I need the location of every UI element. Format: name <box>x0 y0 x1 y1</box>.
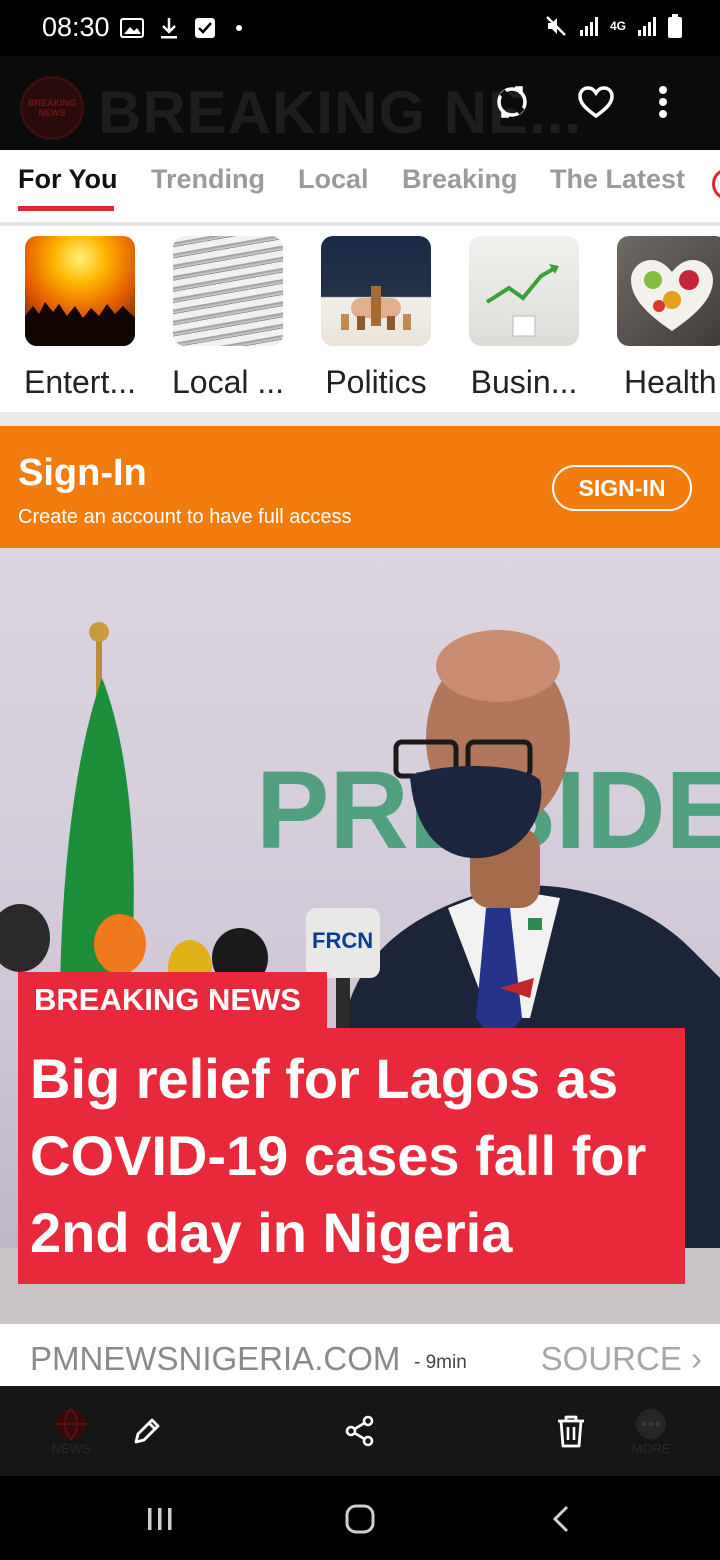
news-label: NEWS <box>51 1440 91 1456</box>
status-bar: 08:30 4G <box>0 0 720 56</box>
article-action-bar: NEWS MORE <box>0 1386 720 1476</box>
globe-icon <box>56 1407 86 1440</box>
tab-the-latest[interactable]: The Latest <box>550 164 685 195</box>
newspapers-image <box>173 236 283 346</box>
trash-icon <box>558 1415 584 1448</box>
download-icon <box>161 18 177 39</box>
signal-icon <box>638 17 656 36</box>
category-tabs: For You Trending Local Breaking The Late… <box>0 150 720 226</box>
refresh-button[interactable] <box>488 78 536 126</box>
article-headline[interactable]: Big relief for Lagos as COVID-19 cases f… <box>30 1040 670 1271</box>
healthy-food-image <box>617 236 720 346</box>
more-notifications-dot-icon <box>236 25 242 31</box>
back-button[interactable] <box>550 1504 572 1539</box>
signin-title: Sign-In <box>18 452 147 494</box>
status-notification-icons <box>120 16 242 40</box>
edit-button[interactable] <box>122 1406 172 1456</box>
article-source-bar: PMNEWSNIGERIA.COM - 9min SOURCE › <box>0 1324 720 1386</box>
more-label: MORE <box>631 1440 671 1456</box>
tab-breaking[interactable]: Breaking <box>402 164 518 195</box>
tab-live-icon[interactable] <box>712 168 720 200</box>
signin-banner: Sign-In Create an account to have full a… <box>0 426 720 548</box>
chess-image <box>321 236 431 346</box>
signal-icon <box>579 17 598 36</box>
share-button[interactable] <box>335 1406 385 1456</box>
check-box-icon <box>195 18 215 38</box>
share-icon <box>345 1415 374 1447</box>
tab-trending[interactable]: Trending <box>151 164 265 195</box>
back-icon <box>552 1505 569 1533</box>
home-icon <box>345 1504 375 1534</box>
home-button[interactable] <box>344 1503 376 1540</box>
status-system-icons: 4G <box>544 14 682 38</box>
battery-icon <box>668 14 682 38</box>
mute-icon <box>546 16 566 36</box>
recent-apps-icon <box>148 1508 172 1530</box>
mic-text: FRCN <box>312 928 373 953</box>
status-time: 08:30 <box>42 12 110 42</box>
signin-button[interactable]: SIGN-IN <box>552 465 692 511</box>
source-domain: PMNEWSNIGERIA.COM <box>30 1340 401 1377</box>
tab-local[interactable]: Local <box>298 164 369 195</box>
overflow-menu-button[interactable] <box>639 78 687 126</box>
pencil-icon <box>134 1418 160 1444</box>
featured-article[interactable]: PRESIDE FRCN BREAKING NEWS Big relief fo… <box>0 548 720 1324</box>
gallery-icon <box>120 18 144 38</box>
app-header: BREAKING NEWS BREAKING NE... <box>0 56 720 150</box>
more-horizontal-icon <box>636 1408 666 1439</box>
tab-for-you[interactable]: For You <box>18 164 118 195</box>
growth-chart-plant-image <box>469 236 579 346</box>
signin-subtitle: Create an account to have full access <box>18 506 352 528</box>
more-button[interactable]: MORE <box>626 1406 676 1456</box>
news-button[interactable]: NEWS <box>46 1406 96 1456</box>
article-time: - 9min <box>414 1352 467 1373</box>
refresh-icon <box>497 86 527 118</box>
system-navigation-bar <box>0 1476 720 1560</box>
headline-box: Big relief for Lagos as COVID-19 cases f… <box>18 1028 685 1284</box>
category-carousel: Entert... Local ... Politics Busin... He… <box>0 226 720 412</box>
more-vertical-icon <box>659 86 667 118</box>
recent-apps-button[interactable] <box>146 1506 174 1537</box>
favorites-button[interactable] <box>572 78 620 126</box>
active-tab-indicator <box>18 206 114 211</box>
heart-icon <box>578 86 614 119</box>
concert-image <box>25 236 135 346</box>
source-link[interactable]: SOURCE › <box>541 1340 702 1378</box>
network-type-icon: 4G <box>609 19 626 33</box>
delete-button[interactable] <box>546 1406 596 1456</box>
brand-logo: BREAKING NEWS <box>20 76 84 140</box>
breaking-news-badge: BREAKING NEWS <box>18 972 327 1028</box>
section-divider <box>0 412 720 426</box>
